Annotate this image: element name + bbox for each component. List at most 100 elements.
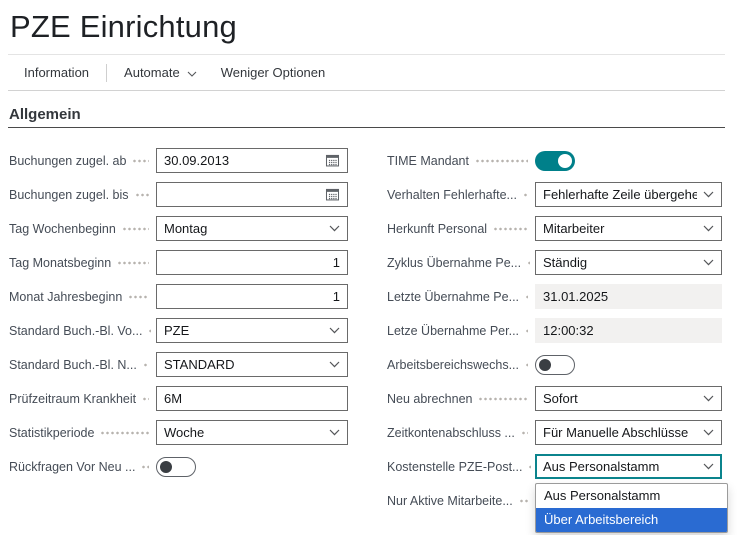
field-value: 12:00:32 xyxy=(543,323,594,338)
dropdown-option-aus-personalstamm[interactable]: Aus Personalstamm xyxy=(536,484,727,508)
field-label: Tag Monatsbeginn xyxy=(9,255,112,270)
field-value: Für Manuelle Abschlüsse xyxy=(543,425,689,440)
chevron-down-icon xyxy=(703,463,714,470)
action-label: Weniger Optionen xyxy=(220,65,326,80)
field-control: Mitarbeiter xyxy=(535,216,722,241)
field-label: TIME Mandant xyxy=(387,153,469,168)
toggle-knob xyxy=(539,358,551,371)
field-label: Letze Übernahme Per... xyxy=(387,323,520,338)
field-control: STANDARD xyxy=(156,352,348,377)
field-row-monat-jahresbeginn: Monat Jahresbeginn 1 xyxy=(9,284,348,309)
dotted-leader xyxy=(134,191,149,198)
dotted-leader xyxy=(525,293,529,300)
field-row-time-mandant: TIME Mandant xyxy=(387,148,722,173)
field-row-letze-ubernahme-per: Letze Übernahme Per... 12:00:32 xyxy=(387,318,722,343)
fields-column-left: Buchungen zugel. ab 30.09.2013 Buchungen z… xyxy=(9,148,348,513)
chevron-down-icon xyxy=(187,69,197,77)
action-bar-divider xyxy=(106,63,108,82)
field-value: Ständig xyxy=(543,255,588,270)
buchungen-zugel-bis-input[interactable] xyxy=(156,182,348,207)
page-title: PZE Einrichtung xyxy=(10,9,237,44)
field-label-wrap: Standard Buch.-Bl. N... xyxy=(9,358,156,372)
calendar-icon[interactable] xyxy=(325,153,340,168)
chevron-down-icon xyxy=(703,429,714,436)
time-mandant-toggle[interactable] xyxy=(535,150,575,171)
field-label-wrap: Tag Wochenbeginn xyxy=(9,222,156,236)
action-label: Automate xyxy=(124,65,180,80)
dotted-leader xyxy=(525,327,529,334)
field-row-tag-wochenbeginn: Tag Wochenbeginn Montag xyxy=(9,216,348,241)
field-control xyxy=(156,182,348,207)
field-control: Fehlerhafte Zeile übergehen xyxy=(535,182,722,207)
field-row-tag-monatsbeginn: Tag Monatsbeginn 1 xyxy=(9,250,348,275)
chevron-down-icon xyxy=(703,395,714,402)
field-row-neu-abrechnen: Neu abrechnen Sofort xyxy=(387,386,722,411)
field-control xyxy=(535,354,722,375)
standard-buch-bl-vo-select[interactable]: PZE xyxy=(156,318,348,343)
action-information[interactable]: Information xyxy=(12,65,101,80)
verhalten-fehlerhafte-select[interactable]: Fehlerhafte Zeile übergehen xyxy=(535,182,722,207)
field-value: Aus Personalstamm xyxy=(543,459,660,474)
dotted-leader xyxy=(142,395,149,402)
field-label-wrap: Buchungen zugel. ab xyxy=(9,154,156,168)
field-label-wrap: Zeitkontenabschluss ... xyxy=(387,426,535,440)
monat-jahresbeginn-input[interactable]: 1 xyxy=(156,284,348,309)
field-row-kostenstelle-pze-post: Kostenstelle PZE-Post... Aus Personalstam… xyxy=(387,454,728,533)
field-label: Monat Jahresbeginn xyxy=(9,289,123,304)
buchungen-zugel-ab-input[interactable]: 30.09.2013 xyxy=(156,148,348,173)
field-label-wrap: Tag Monatsbeginn xyxy=(9,256,156,270)
action-bar: Information Automate Weniger Optionen xyxy=(8,54,725,91)
field-label: Verhalten Fehlerhafte... xyxy=(387,187,517,202)
chevron-down-icon xyxy=(329,429,340,436)
field-row-ruckfragen-vor-neu: Rückfragen Vor Neu ... xyxy=(9,454,348,479)
field-value: Sofort xyxy=(543,391,578,406)
field-label: Tag Wochenbeginn xyxy=(9,221,116,236)
dotted-leader xyxy=(142,361,149,368)
chevron-down-icon xyxy=(703,191,714,198)
dotted-leader xyxy=(141,463,149,470)
field-row-standard-buch-bl-n: Standard Buch.-Bl. N... STANDARD xyxy=(9,352,348,377)
calendar-icon[interactable] xyxy=(325,187,340,202)
field-label: Statistikperiode xyxy=(9,425,95,440)
field-value: 31.01.2025 xyxy=(543,289,609,304)
field-label: Letzte Übernahme Pe... xyxy=(387,289,520,304)
field-control xyxy=(156,456,348,477)
field-label-wrap: Kostenstelle PZE-Post... xyxy=(387,460,535,474)
field-label-wrap: Neu abrechnen xyxy=(387,392,535,406)
field-label-wrap: Standard Buch.-Bl. Vo... xyxy=(9,324,156,338)
field-value: STANDARD xyxy=(164,357,235,372)
herkunft-personal-select[interactable]: Mitarbeiter xyxy=(535,216,722,241)
dropdown-option-uber-arbeitsbereich[interactable]: Über Arbeitsbereich xyxy=(536,508,727,532)
statistikperiode-select[interactable]: Woche xyxy=(156,420,348,445)
kostenstelle-pze-post-select[interactable]: Aus Personalstamm xyxy=(535,454,722,479)
field-label-wrap: Buchungen zugel. bis xyxy=(9,188,156,202)
field-row-herkunft-personal: Herkunft Personal Mitarbeiter xyxy=(387,216,722,241)
dotted-leader xyxy=(132,157,149,164)
field-label: Zeitkontenabschluss ... xyxy=(387,425,515,440)
section-title: Allgemein xyxy=(9,106,81,123)
neu-abrechnen-select[interactable]: Sofort xyxy=(535,386,722,411)
dotted-leader xyxy=(478,395,528,402)
field-control: 6M xyxy=(156,386,348,411)
field-label: Prüfzeitraum Krankheit xyxy=(9,391,137,406)
tag-wochenbeginn-select[interactable]: Montag xyxy=(156,216,348,241)
field-control: Für Manuelle Abschlüsse xyxy=(535,420,722,445)
section-header-allgemein[interactable]: Allgemein xyxy=(8,106,725,128)
tag-monatsbeginn-input[interactable]: 1 xyxy=(156,250,348,275)
zyklus-ubernahme-pe-select[interactable]: Ständig xyxy=(535,250,722,275)
dotted-leader xyxy=(518,497,528,504)
dotted-leader xyxy=(528,463,532,470)
arbeitsbereichswechs-toggle[interactable] xyxy=(535,354,575,375)
chevron-down-icon xyxy=(703,225,714,232)
field-row-arbeitsbereichswechs: Arbeitsbereichswechs... xyxy=(387,352,722,377)
action-automate[interactable]: Automate xyxy=(112,65,209,80)
action-weniger-optionen[interactable]: Weniger Optionen xyxy=(209,65,338,80)
field-control: 30.09.2013 xyxy=(156,148,348,173)
field-control: Sofort xyxy=(535,386,722,411)
field-control: Montag xyxy=(156,216,348,241)
prufzeitraum-krankheit-input[interactable]: 6M xyxy=(156,386,348,411)
field-label: Buchungen zugel. ab xyxy=(9,153,127,168)
ruckfragen-vor-neu-toggle[interactable] xyxy=(156,456,196,477)
standard-buch-bl-n-select[interactable]: STANDARD xyxy=(156,352,348,377)
zeitkontenabschluss-select[interactable]: Für Manuelle Abschlüsse xyxy=(535,420,722,445)
